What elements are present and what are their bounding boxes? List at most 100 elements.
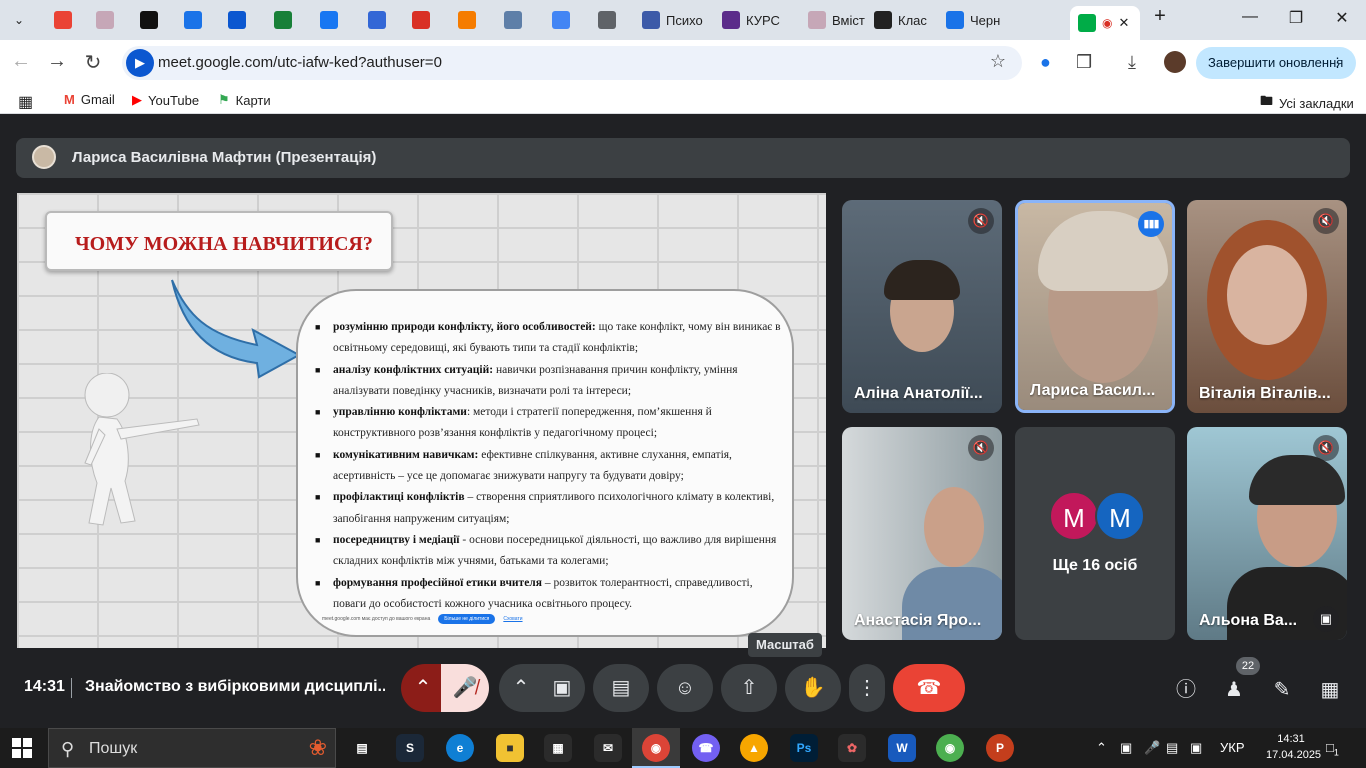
all-bookmarks[interactable]: 🖿 Усі закладки — [1260, 92, 1354, 114]
participant-tile[interactable]: ▮▮▮ Лариса Васил... — [1015, 200, 1175, 413]
steam-icon[interactable]: S — [396, 734, 424, 762]
audio-options-button[interactable]: ⌃ — [401, 664, 445, 712]
app-icon[interactable]: ✿ — [838, 734, 866, 762]
chat-button[interactable]: ✎ — [1268, 676, 1296, 704]
bookmark-maps[interactable]: ⚑ Карти — [218, 92, 271, 108]
present-screen-button[interactable]: ⇧ — [721, 664, 777, 712]
participant-tile[interactable]: 🔇 ▣ Альона Ва... — [1187, 427, 1347, 640]
browser-app-icon[interactable]: ◉ — [936, 734, 964, 762]
viber-icon[interactable]: ☎ — [692, 734, 720, 762]
activities-button[interactable]: ▦ — [1316, 676, 1344, 704]
browser-tab[interactable] — [266, 4, 304, 36]
close-tab-icon[interactable]: ✕ — [1118, 15, 1129, 31]
more-options-button[interactable]: ⋮ — [849, 664, 885, 712]
browser-tab[interactable] — [132, 4, 170, 36]
bookmark-star-icon[interactable]: ☆ — [990, 51, 1006, 72]
bullet-list: розумінню природи конфлікту, його особли… — [315, 317, 785, 615]
captions-button[interactable]: ▤ — [593, 664, 649, 712]
site-info-icon[interactable]: ▶ — [126, 49, 154, 77]
browser-tab[interactable]: КУРС — [714, 4, 800, 36]
browser-tab[interactable] — [176, 4, 214, 36]
pip-icon[interactable]: ▣ — [1313, 606, 1339, 632]
edge-icon[interactable]: e — [446, 734, 474, 762]
back-button[interactable]: ← — [8, 50, 34, 73]
hide-banner-link[interactable]: Сховати — [503, 616, 522, 622]
browser-tab[interactable] — [220, 4, 258, 36]
tab-favicon-icon — [552, 11, 570, 29]
tab-label: Черн — [970, 12, 1001, 28]
browser-tab[interactable] — [46, 4, 84, 36]
emoji-reaction-button[interactable]: ☺ — [657, 664, 713, 712]
tray-mic-icon[interactable]: 🎤 — [1144, 740, 1160, 756]
participant-tile[interactable]: 🔇 Анастасія Яро... — [842, 427, 1002, 640]
video-options-button[interactable]: ⌃ — [499, 664, 543, 712]
bookmark-youtube[interactable]: ▶ YouTube — [132, 92, 199, 108]
notifications-icon[interactable]: □1 — [1326, 740, 1339, 758]
profile-avatar[interactable] — [1164, 51, 1186, 73]
apps-icon[interactable]: ▦ — [18, 92, 33, 112]
browser-tab[interactable]: Психо — [634, 4, 720, 36]
meeting-info-button[interactable]: ⓘ — [1172, 676, 1200, 704]
download-icon[interactable]: ⤓ — [1128, 52, 1136, 73]
participant-tile[interactable]: 🔇 Аліна Анатолії... — [842, 200, 1002, 413]
extensions-icon[interactable]: ❒ — [1076, 52, 1092, 73]
tray-chevron-icon[interactable]: ⌃ — [1096, 740, 1107, 756]
windows-start-button[interactable] — [12, 738, 32, 758]
taskbar-clock[interactable]: 14:31 17.04.2025 — [1266, 731, 1321, 763]
browser-tab[interactable] — [360, 4, 398, 36]
word-icon[interactable]: W — [888, 734, 916, 762]
photoshop-icon[interactable]: Ps — [790, 734, 818, 762]
microphone-toggle-button[interactable]: 🎤̸ — [441, 664, 489, 712]
people-button[interactable]: ♟ — [1220, 676, 1248, 704]
screen-share-banner: meet.google.com має доступ до вашого екр… — [322, 612, 542, 626]
store-icon[interactable]: ▦ — [544, 734, 572, 762]
camera-toggle-button[interactable]: ▣ — [539, 664, 585, 712]
tab-google-meet[interactable]: ◉ ✕ — [1070, 6, 1140, 40]
url-text[interactable]: meet.google.com/utc-iafw-ked?authuser=0 — [158, 54, 442, 71]
slide-title: ЧОМУ МОЖНА НАВЧИТИСЯ? — [75, 233, 373, 255]
presentation-slide[interactable]: ЧОМУ МОЖНА НАВЧИТИСЯ? розумінню природи … — [17, 193, 826, 648]
browser-tab[interactable] — [544, 4, 582, 36]
clock-time: 14:31 — [1277, 733, 1305, 745]
leave-call-button[interactable]: ☎ — [893, 664, 965, 712]
browser-tab[interactable] — [88, 4, 126, 36]
powerpoint-icon[interactable]: P — [986, 734, 1014, 762]
brave-icon[interactable]: ▲ — [740, 734, 768, 762]
browser-tab[interactable] — [496, 4, 534, 36]
participant-tile[interactable]: 🔇 Віталія Віталів... — [1187, 200, 1347, 413]
profile-dot-icon[interactable]: ● — [1040, 52, 1051, 73]
keyboard-language[interactable]: УКР — [1220, 740, 1245, 755]
address-bar[interactable]: ▶ meet.google.com/utc-iafw-ked?authuser=… — [122, 46, 1022, 80]
browser-tab[interactable]: Черн — [938, 4, 1024, 36]
browser-tab[interactable] — [450, 4, 488, 36]
raise-hand-button[interactable]: ✋ — [785, 664, 841, 712]
mail-icon[interactable]: ✉ — [594, 734, 622, 762]
tray-display-icon[interactable]: ▣ — [1190, 740, 1202, 756]
maximize-button[interactable]: ❐ — [1284, 8, 1308, 28]
reload-button[interactable]: ↻ — [80, 50, 106, 75]
browser-tab[interactable] — [312, 4, 350, 36]
new-tab-button[interactable]: + — [1148, 5, 1172, 28]
chrome-icon[interactable]: ◉ — [642, 734, 670, 762]
forward-button[interactable]: → — [44, 50, 70, 73]
file-explorer-icon[interactable]: ■ — [496, 734, 524, 762]
task-view-icon[interactable]: ▤ — [348, 734, 376, 762]
divider — [71, 678, 72, 698]
tray-network-icon[interactable]: ▤ — [1166, 740, 1178, 756]
tab-favicon-icon — [140, 11, 158, 29]
taskbar-search[interactable]: ⚲ Пошук ❀ — [48, 728, 336, 768]
close-window-button[interactable]: ✕ — [1330, 8, 1354, 28]
participant-tile-others[interactable]: M M Ще 16 осіб — [1015, 427, 1175, 640]
bookmark-gmail[interactable]: M Gmail — [64, 92, 115, 107]
tab-favicon-icon — [54, 11, 72, 29]
tray-app-icon[interactable]: ▣ — [1120, 740, 1132, 756]
stop-sharing-button[interactable]: Більше не ділитися — [438, 614, 496, 624]
update-button[interactable]: Завершити оновлення ⋮ — [1196, 47, 1356, 79]
browser-tab[interactable] — [404, 4, 442, 36]
browser-tab[interactable] — [590, 4, 628, 36]
participant-name: Анастасія Яро... — [854, 612, 982, 629]
tab-list-button[interactable]: ⌄ — [6, 4, 40, 36]
minimize-button[interactable]: — — [1238, 8, 1262, 26]
bullet-heading: профілактиці конфліктів — [333, 491, 465, 504]
search-placeholder: Пошук — [89, 740, 138, 757]
